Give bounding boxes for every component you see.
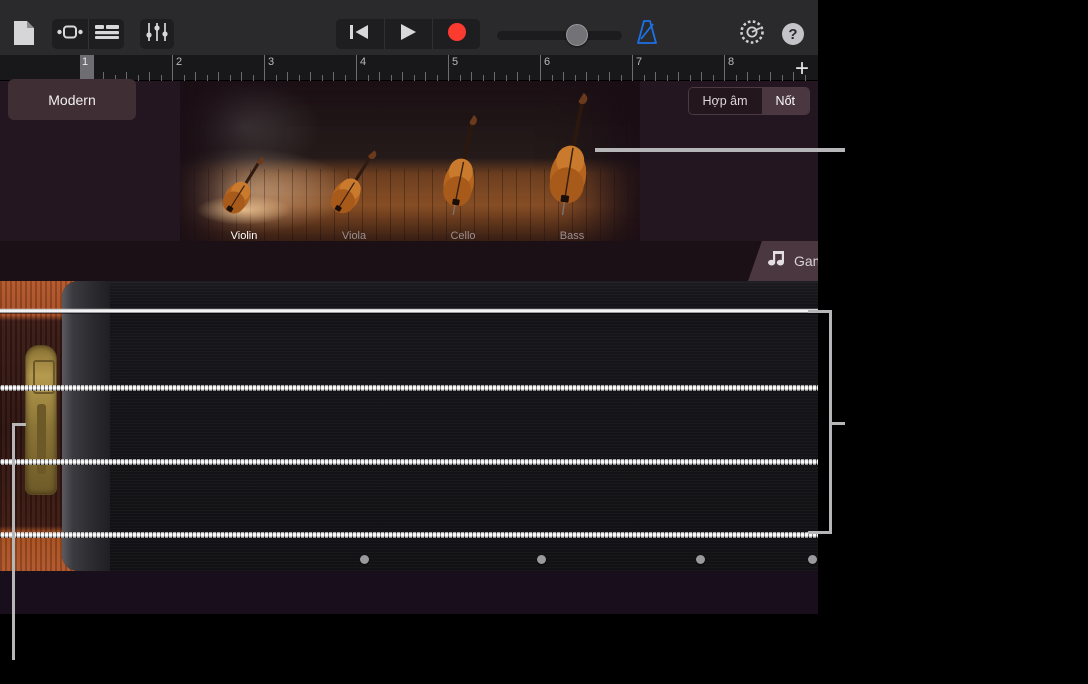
style-button-modern[interactable]: Modern [8, 79, 136, 120]
fingerboard-surface[interactable] [62, 281, 818, 571]
ruler-bar-number: 3 [268, 56, 275, 68]
ruler-tick [563, 72, 564, 81]
position-dot [696, 555, 705, 564]
fretboard-footer [0, 571, 818, 614]
ruler-bar-number: 2 [176, 56, 183, 68]
play-button[interactable] [384, 19, 432, 49]
position-dot [360, 555, 369, 564]
ruler-tick [287, 72, 288, 81]
viola-art [326, 142, 386, 223]
ruler-bar-number: 6 [544, 56, 551, 68]
mixer-sliders-icon [146, 22, 168, 46]
rewind-button[interactable] [336, 19, 384, 49]
string-2[interactable] [0, 385, 818, 391]
ruler-tick [517, 72, 518, 81]
string-3[interactable] [0, 459, 818, 465]
ruler-tick [586, 72, 587, 81]
mode-option-notes[interactable]: Nốt [761, 88, 809, 114]
fretboard-callout-vertical [12, 423, 15, 660]
instrument-viola-label: Viola [341, 230, 367, 241]
ruler-tick [195, 72, 196, 81]
instrument-cello-label: Cello [450, 230, 476, 241]
tab-row: Gam [0, 241, 818, 281]
ruler-bar-number: 7 [636, 56, 643, 68]
mode-option-chords[interactable]: Hợp âm [688, 88, 762, 114]
ruler-tick [333, 72, 334, 81]
strings-area-callout-stem [831, 422, 845, 425]
string-1[interactable] [0, 308, 818, 314]
position-dot [808, 555, 817, 564]
ruler-tick [218, 72, 219, 81]
fretboard[interactable] [0, 281, 818, 614]
ruler-bar-number: 4 [360, 56, 367, 68]
instrument-violin[interactable]: Violin [196, 111, 292, 241]
volume-track [497, 31, 622, 40]
metronome-icon [635, 19, 659, 50]
ruler-tick [471, 72, 472, 81]
ruler-tick [149, 72, 150, 81]
track-view-icon [94, 24, 119, 44]
loop-browser-icon [57, 25, 83, 44]
position-dot [537, 555, 546, 564]
ruler-tick [310, 72, 311, 81]
rewind-to-start-icon [350, 24, 370, 45]
master-volume-slider[interactable] [497, 24, 622, 46]
ruler-tick [425, 72, 426, 81]
gear-icon [739, 19, 765, 50]
fretboard-callout-stub [12, 423, 26, 426]
volume-thumb[interactable] [566, 24, 588, 46]
tab-scale[interactable]: Gam [748, 241, 818, 281]
ruler-tick [402, 72, 403, 81]
instrument-viola[interactable]: Viola [309, 111, 399, 241]
metronome-button[interactable] [634, 19, 660, 50]
ruler-tick [379, 72, 380, 81]
toolbar: ? [0, 0, 818, 55]
instrument-selector-callout [595, 148, 845, 152]
strings-area-callout-bracket [808, 310, 832, 534]
settings-button[interactable] [738, 19, 766, 50]
mode-toggle: Hợp âm Nốt [687, 87, 810, 115]
transport-controls [336, 19, 480, 49]
screenshot-root: ? 1 2 3 4 5 6 7 8 1 + [0, 0, 1088, 684]
string-4[interactable] [0, 532, 818, 538]
playhead-bar-number: 1 [82, 56, 89, 68]
record-button[interactable] [432, 19, 480, 49]
instrument-cello[interactable]: Cello [418, 111, 508, 241]
ruler-tick [678, 72, 679, 81]
ruler-tick [747, 72, 748, 81]
view-toggle-group [52, 19, 124, 49]
tailpiece [25, 345, 57, 495]
ruler-tick [609, 72, 610, 81]
help-icon: ? [782, 23, 804, 45]
instrument-bass-label: Bass [559, 230, 585, 241]
document-icon[interactable] [10, 20, 38, 46]
ruler-bar-number: 8 [728, 56, 735, 68]
help-glyph: ? [788, 26, 797, 43]
mixer-button[interactable] [140, 19, 174, 49]
timeline-ruler[interactable]: 1 2 3 4 5 6 7 8 1 + [0, 55, 818, 81]
ruler-tick [241, 72, 242, 81]
style-button-label: Modern [48, 91, 96, 108]
ruler-tick [494, 72, 495, 81]
ruler-tick [655, 72, 656, 81]
violin-art [218, 148, 274, 223]
cello-art [441, 112, 487, 223]
ruler-bar-number: 5 [452, 56, 459, 68]
garageband-window: ? 1 2 3 4 5 6 7 8 1 + [0, 0, 818, 614]
ruler-tick [701, 72, 702, 81]
instrument-violin-label: Violin [230, 230, 258, 241]
instrument-bass[interactable]: Bass [527, 92, 617, 241]
play-icon [400, 23, 417, 46]
beamed-notes-icon [768, 250, 787, 272]
track-view-button[interactable] [88, 19, 124, 49]
tab-scale-label: Gam [794, 253, 818, 269]
bass-art [546, 92, 600, 223]
help-button[interactable]: ? [781, 22, 805, 46]
loop-browser-button[interactable] [52, 19, 88, 49]
ruler-bar-markers: 1 2 3 4 5 6 7 8 [0, 55, 818, 81]
record-icon [447, 22, 467, 47]
ruler-tick [770, 72, 771, 81]
nut [62, 281, 110, 571]
add-section-button[interactable]: + [790, 57, 814, 81]
